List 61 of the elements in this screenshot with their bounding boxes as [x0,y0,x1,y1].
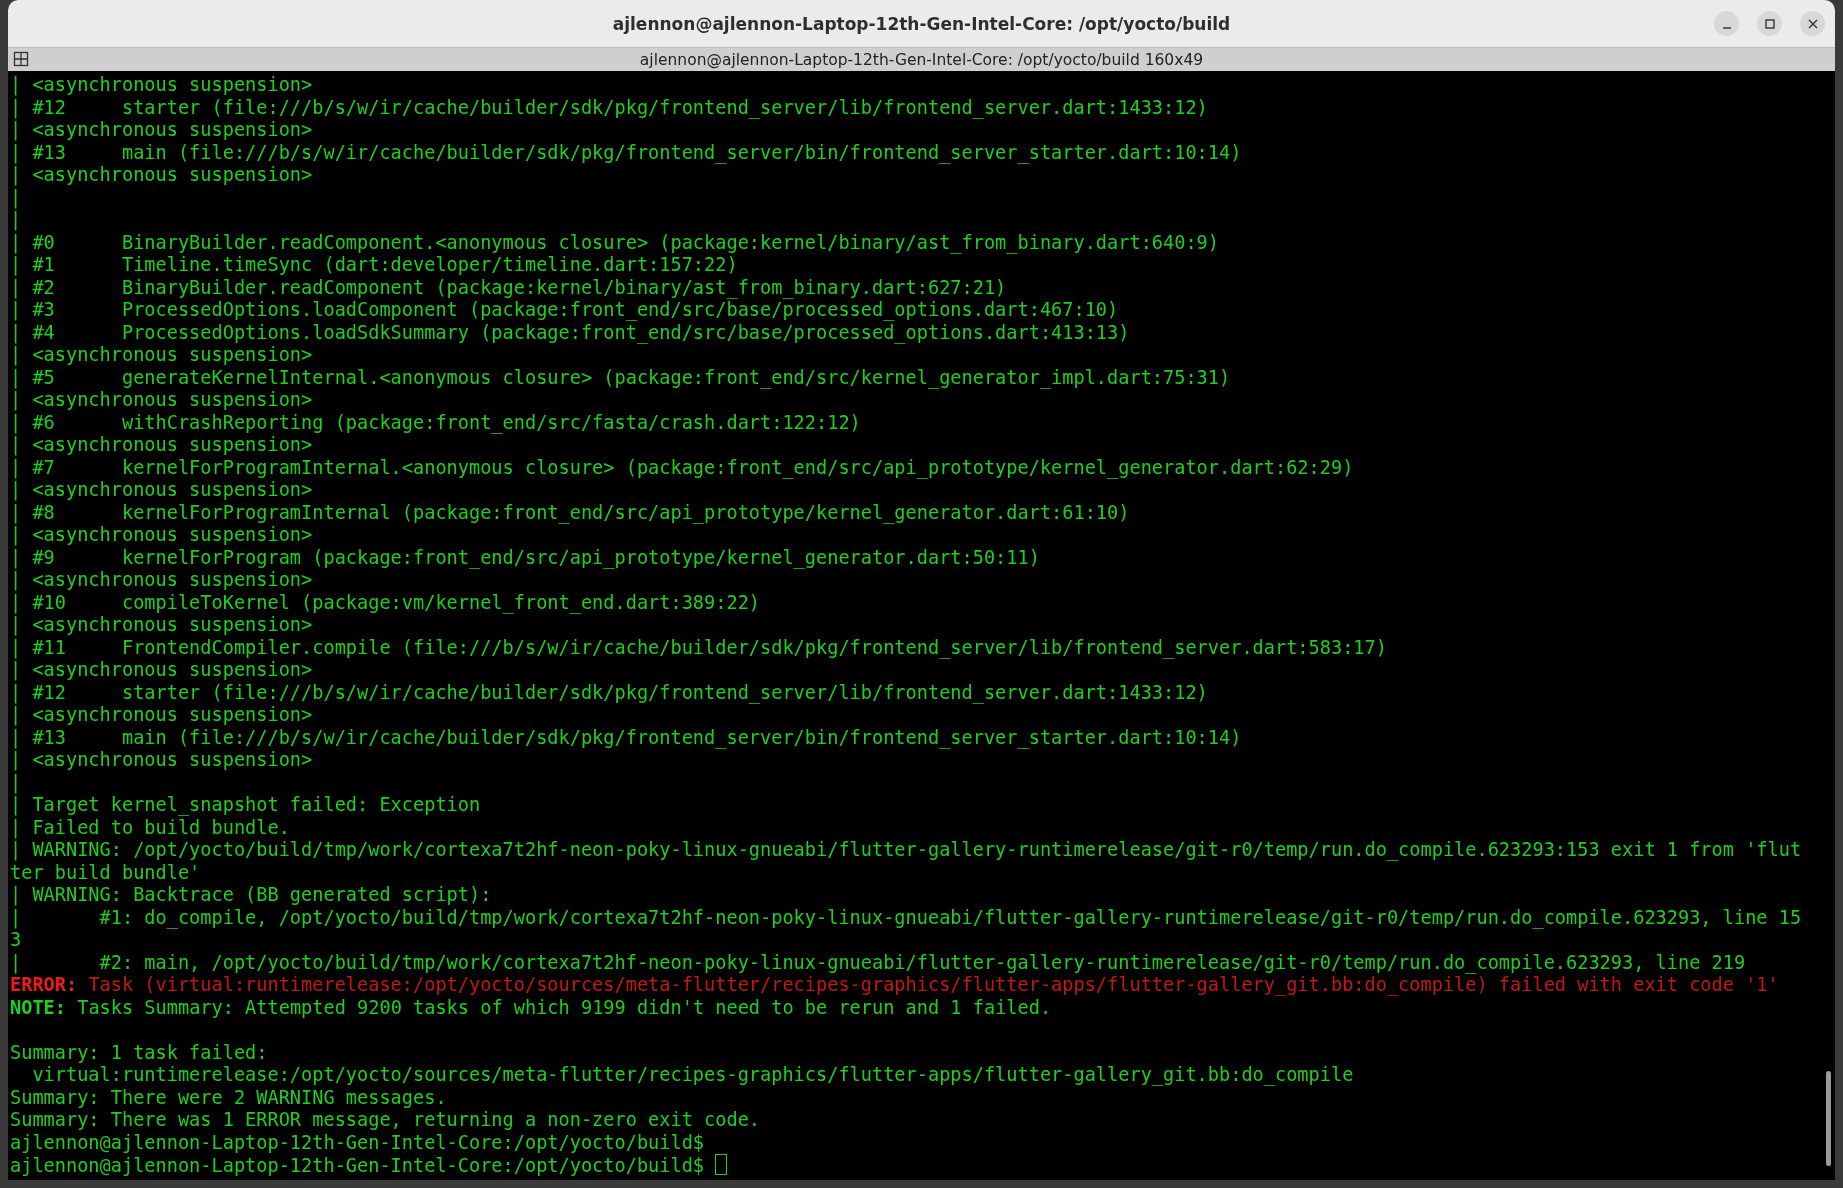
terminal-line: | <asynchronous suspension> [10,704,314,727]
terminal-line: | [10,209,23,232]
terminal-line: | WARNING: /opt/yocto/build/tmp/work/cortexa7t2hf-neon-poky-linux-gnueabi/flutter-gallery-runtimerelease/git-r0/temp/run.do_compile.623293:153 exit 1 from 'flut [10,839,1803,862]
terminal-line: | <asynchronous suspension> [10,434,314,457]
note-label: NOTE: [10,996,66,1018]
terminal-line: | #13 main (file:///b/s/w/ir/cache/builder/sdk/pkg/frontend_server/bin/frontend_server_starter.dart:10:14) [10,726,1243,749]
terminal-line: | Failed to build bundle. [10,816,291,839]
terminal-line: | #7 kernelForProgramInternal.<anonymous closure> (package:front_end/src/api_prototype/kernel_generator.dart:62:29) [10,456,1355,479]
terminal-line: | <asynchronous suspension> [10,164,314,187]
terminal-line: | #1: do_compile, /opt/yocto/build/tmp/work/cortexa7t2hf-neon-poky-linux-gnueabi/flutter-gallery-runtimerelease/git-r0/temp/run.do_compile.623293, line 15 [10,906,1803,929]
terminal-line: ajlennon@ajlennon-Laptop-12th-Gen-Intel-Core:/opt/yocto/build$ [10,1131,706,1154]
terminal-line: | <asynchronous suspension> [10,389,314,412]
terminal-line: | <asynchronous suspension> [10,614,314,637]
error-label: ERROR: [10,974,78,995]
terminal-line: | #13 main (file:///b/s/w/ir/cache/builder/sdk/pkg/frontend_server/bin/frontend_server_starter.dart:10:14) [10,141,1243,164]
terminal-line: | WARNING: Backtrace (BB generated script): [10,884,493,907]
terminal-line: | #0 BinaryBuilder.readComponent.<anonymous closure> (package:kernel/binary/ast_from_binary.dart:640:9) [10,231,1220,254]
note-message: Tasks Summary: Attempted 9200 tasks of which 9199 didn't need to be rerun and 1 failed. [77,996,1052,1018]
terminal-line: | <asynchronous suspension> [10,659,314,682]
terminal-line: | #11 FrontendCompiler.compile (file:///b/s/w/ir/cache/builder/sdk/pkg/frontend_server/lib/frontend_server.dart:583:17) [10,636,1388,659]
window-title: ajlennon@ajlennon-Laptop-12th-Gen-Intel-Core: /opt/yocto/build [612,13,1231,34]
tab-title[interactable]: ajlennon@ajlennon-Laptop-12th-Gen-Intel-Core: /opt/yocto/build 160x49 [639,50,1204,69]
close-icon [1806,17,1819,30]
terminal-line: | [10,771,23,794]
maximize-icon [1763,17,1776,30]
terminal-line: | <asynchronous suspension> [10,74,314,97]
terminal-line: | <asynchronous suspension> [10,344,314,367]
terminal-line: | #4 ProcessedOptions.loadSdkSummary (package:front_end/src/base/processed_options.dart:413:13) [10,321,1131,344]
terminal-line: | <asynchronous suspension> [10,569,314,592]
error-message: Task (virtual:runtimerelease:/opt/yocto/sources/meta-flutter/recipes-graphics/flutter-apps/flutter-gallery_git.bb:do_compile) failed with exit code '1' [88,974,1779,995]
terminal-line: | <asynchronous suspension> [10,524,314,547]
terminal-line: | <asynchronous suspension> [10,479,314,502]
terminal-line: | #6 withCrashReporting (package:front_end/src/fasta/crash.dart:122:12) [10,411,862,434]
terminal-line: 3 [10,929,23,952]
terminal-line: | #2: main, /opt/yocto/build/tmp/work/cortexa7t2hf-neon-poky-linux-gnueabi/flutter-gallery-runtimerelease/git-r0/temp/run.do_compile.623293, line 219 [10,951,1747,974]
terminal-line: | <asynchronous suspension> [10,119,314,142]
layout-icon[interactable] [13,51,29,67]
terminal-line: virtual:runtimerelease:/opt/yocto/sources/meta-flutter/recipes-graphics/flutter-apps/flutter-gallery_git.bb:do_compile [31,1064,1355,1087]
terminal-line: | [10,186,23,209]
minimize-button[interactable] [1714,11,1739,36]
terminal-line: | Target kernel_snapshot failed: Exception [10,794,482,817]
terminal-line: | #9 kernelForProgram (package:front_end/src/api_prototype/kernel_generator.dart:50:11) [10,546,1041,569]
maximize-button[interactable] [1757,11,1782,36]
terminal-line: | #12 starter (file:///b/s/w/ir/cache/builder/sdk/pkg/frontend_server/lib/frontend_server.dart:1433:12) [10,681,1209,704]
terminal-line: | #8 kernelForProgramInternal (package:front_end/src/api_prototype/kernel_generator.dart:61:10) [10,501,1131,524]
terminal-line: | <asynchronous suspension> [10,749,314,772]
terminal-line: | #1 Timeline.timeSync (dart:developer/timeline.dart:157:22) [10,254,739,277]
terminal-line: | #3 ProcessedOptions.loadComponent (package:front_end/src/base/processed_options.dart:467:10) [10,299,1120,322]
terminal-line: Summary: There were 2 WARNING messages. [10,1086,448,1109]
terminal-line: Summary: There was 1 ERROR message, returning a non-zero exit code. [10,1109,762,1132]
scrollbar-thumb[interactable] [1826,1071,1831,1166]
minimize-icon [1722,26,1731,29]
terminal-line: | #2 BinaryBuilder.readComponent (package:kernel/binary/ast_from_binary.dart:627:21) [10,276,1008,299]
terminal-line: | #10 compileToKernel (package:vm/kernel_front_end.dart:389:22) [10,591,762,614]
terminal-prompt: ajlennon@ajlennon-Laptop-12th-Gen-Intel-Core:/opt/yocto/build$ [10,1155,705,1176]
cursor [715,1154,728,1175]
terminal-line: | #12 starter (file:///b/s/w/ir/cache/builder/sdk/pkg/frontend_server/lib/frontend_server.dart:1433:12) [10,96,1209,119]
terminal-line: Summary: 1 task failed: [10,1041,269,1064]
terminal-line: | #5 generateKernelInternal.<anonymous closure> (package:front_end/src/kernel_generator_impl.dart:75:31) [10,366,1232,389]
close-button[interactable] [1800,11,1825,36]
terminal-line: ter build bundle' [10,861,202,884]
